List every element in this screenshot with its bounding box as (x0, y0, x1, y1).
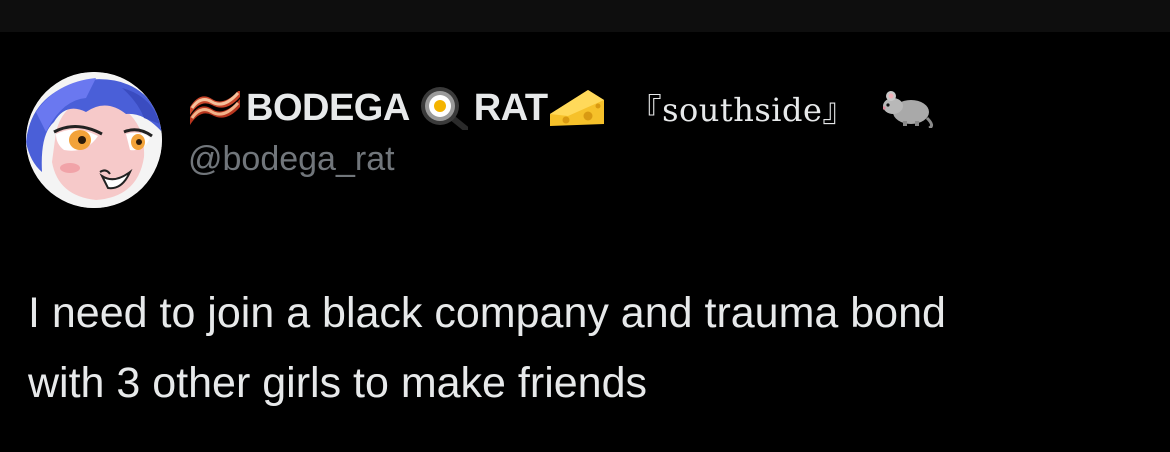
tweet-header: BODEGA RAT 『southside』 (188, 84, 935, 132)
tweet-text: I need to join a black company and traum… (28, 289, 946, 407)
rat-icon (882, 88, 935, 128)
top-bar (0, 0, 1170, 32)
frying-pan-egg-icon (420, 86, 468, 130)
cheese-icon (548, 88, 606, 128)
tweet[interactable]: BODEGA RAT 『southside』 @bodega_rat I nee… (0, 32, 1170, 452)
display-name-part2[interactable]: RAT (474, 87, 548, 130)
user-handle[interactable]: @bodega_rat (188, 140, 395, 179)
bacon-icon (188, 91, 242, 125)
avatar[interactable] (26, 72, 162, 208)
avatar-illustration (26, 72, 162, 208)
display-name-part1[interactable]: BODEGA (246, 87, 410, 130)
display-name-suffix: 『southside』 (629, 91, 855, 129)
